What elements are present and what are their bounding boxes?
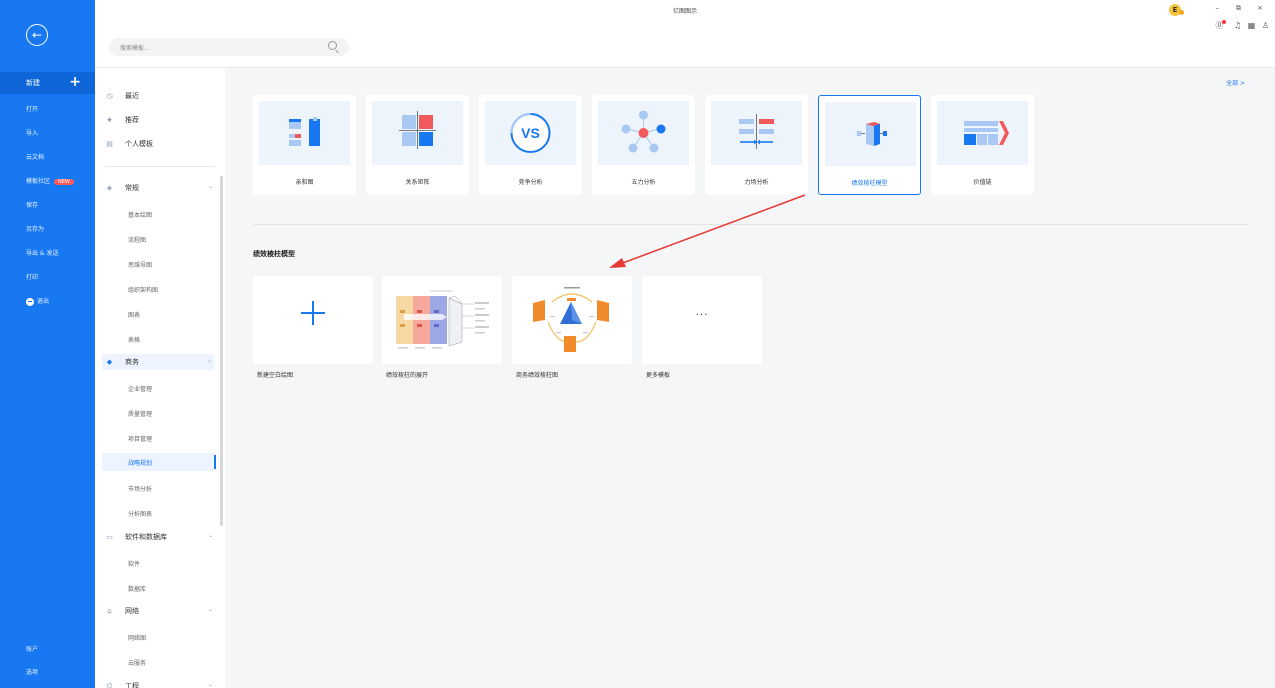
sidebar-item-template-community[interactable]: 模板社区 NEW (26, 176, 74, 185)
title-bar: 亿图图示 E – ⧉ × ⓪ ♫ ▦ ♙ (95, 0, 1275, 30)
subcategory-item[interactable]: 数据库 (128, 584, 146, 593)
sidebar-item-label: 新建 (26, 79, 40, 87)
sidebar-item-cloud-docs[interactable]: 云文档 (26, 152, 44, 161)
subcategory-item[interactable]: 分析图表 (128, 509, 152, 518)
general-icon: ◈ (106, 184, 113, 192)
annotation-arrow (609, 194, 806, 268)
subcategory-item[interactable]: 网络图 (128, 633, 146, 642)
sidebar-item-import[interactable]: 导入 (26, 128, 38, 137)
sidebar-item-open[interactable]: 打开 (26, 104, 38, 113)
subcategory-item[interactable]: 软件 (128, 559, 140, 568)
toolbar-icons: ⓪ ♫ ▦ ♙ (1215, 20, 1271, 31)
subcategory-item[interactable]: 质量管理 (128, 409, 152, 418)
category-label: 软件和数据库 (125, 533, 167, 541)
category-personal-templates[interactable]: ▤ 个人模板 (105, 136, 215, 152)
user-template-icon: ▤ (106, 140, 113, 148)
category-network[interactable]: ⌂ 网络 ⌄ (105, 603, 215, 619)
business-icon: ◆ (106, 358, 113, 366)
subcategory-item[interactable]: 项目管理 (128, 434, 152, 443)
sidebar-item-new[interactable]: 新建 + (0, 72, 95, 94)
category-business[interactable]: ◆ 商务 ⌄ (102, 354, 214, 370)
close-button[interactable]: × (1257, 4, 1263, 12)
engineering-icon: ⌬ (106, 682, 113, 688)
chevron-down-icon: ⌄ (207, 681, 213, 688)
category-panel: ◷ 最近 ★ 推荐 ▤ 个人模板 ◈ 常规 ⌄ 基本绘图 流程图 思维导图 组织架构图 … (95, 68, 225, 688)
category-recent[interactable]: ◷ 最近 (105, 88, 215, 104)
sidebar-item-account[interactable]: 账户 (26, 644, 38, 653)
sidebar-item-export-send[interactable]: 导出 & 发送 (26, 248, 59, 257)
plus-icon: + (69, 74, 81, 90)
search-input[interactable]: 搜索模板... (109, 38, 349, 56)
category-general[interactable]: ◈ 常规 ⌄ (105, 180, 215, 196)
search-icon[interactable] (328, 41, 337, 50)
category-label: 商务 (125, 358, 139, 366)
chevron-down-icon: ⌄ (206, 357, 212, 364)
sidebar-item-options[interactable]: 选项 (26, 667, 38, 676)
sidebar-item-print[interactable]: 打印 (26, 272, 38, 281)
restore-button[interactable]: ⧉ (1236, 4, 1241, 13)
subcategory-item[interactable]: 组织架构图 (128, 285, 158, 294)
app-window: ← 新建 + 打开 导入 云文档 模板社区 NEW 保存 另存为 导出 & 发送 … (0, 0, 1275, 688)
category-engineering[interactable]: ⌬ 工程 ⌄ (105, 678, 215, 688)
network-icon: ⌂ (107, 607, 112, 615)
category-label: 推荐 (125, 116, 139, 124)
category-label: 网络 (125, 607, 139, 615)
sidebar-item-label: 模板社区 (26, 178, 51, 185)
subcategory-item[interactable]: 表格 (128, 335, 140, 344)
help-icon[interactable]: ⓪ (1215, 20, 1229, 30)
category-label: 工程 (125, 682, 139, 688)
category-software-database[interactable]: ▭ 软件和数据库 ⌄ (105, 529, 215, 545)
category-recommended[interactable]: ★ 推荐 (105, 112, 215, 128)
subcategory-item[interactable]: 流程图 (128, 235, 146, 244)
search-placeholder: 搜索模板... (120, 45, 150, 52)
sidebar-item-label: 退出 (37, 298, 50, 305)
sidebar-item-exit[interactable]: 退出 (26, 296, 49, 306)
subcategory-item[interactable]: 图表 (128, 310, 140, 319)
chevron-down-icon: ⌄ (207, 606, 213, 613)
file-sidebar: ← 新建 + 打开 导入 云文档 模板社区 NEW 保存 另存为 导出 & 发送 … (0, 0, 95, 688)
software-icon: ▭ (106, 533, 113, 541)
sidebar-item-save-as[interactable]: 另存为 (26, 224, 44, 233)
category-label: 常规 (125, 184, 139, 192)
back-icon[interactable]: ← (26, 24, 48, 46)
subcategory-item[interactable]: 基本绘图 (128, 210, 152, 219)
category-label: 个人模板 (125, 140, 153, 148)
subcategory-item[interactable]: 思维导图 (128, 260, 152, 269)
vip-dot-icon (1179, 10, 1184, 15)
subcategory-item[interactable]: 企业管理 (128, 384, 152, 393)
bell-icon[interactable]: ♫ (1234, 21, 1243, 30)
chevron-down-icon: ⌄ (207, 532, 213, 539)
category-divider (105, 166, 215, 167)
window-title: 亿图图示 (672, 8, 697, 15)
category-label: 最近 (125, 92, 139, 100)
clock-icon: ◷ (106, 92, 113, 100)
star-icon: ★ (106, 116, 113, 124)
apps-icon[interactable]: ▦ (1248, 21, 1258, 30)
subcategory-item[interactable]: 云服务 (128, 658, 146, 667)
template-gallery: 全部 > 亲和图 关系矩阵 VS 竞争分析 五力分析 力场分析 绩效棱柱模型 价… (225, 68, 1275, 688)
shirt-icon[interactable]: ♙ (1262, 21, 1271, 30)
minimize-button[interactable]: – (1216, 4, 1220, 12)
chevron-down-icon: ⌄ (207, 183, 213, 190)
category-scrollbar[interactable] (220, 176, 223, 526)
new-badge: NEW (54, 179, 74, 185)
subcategory-item-active[interactable]: 战略规划 (102, 453, 216, 471)
exit-icon (26, 297, 34, 306)
sidebar-item-save[interactable]: 保存 (26, 200, 38, 209)
subcategory-item[interactable]: 市场分析 (128, 484, 152, 493)
